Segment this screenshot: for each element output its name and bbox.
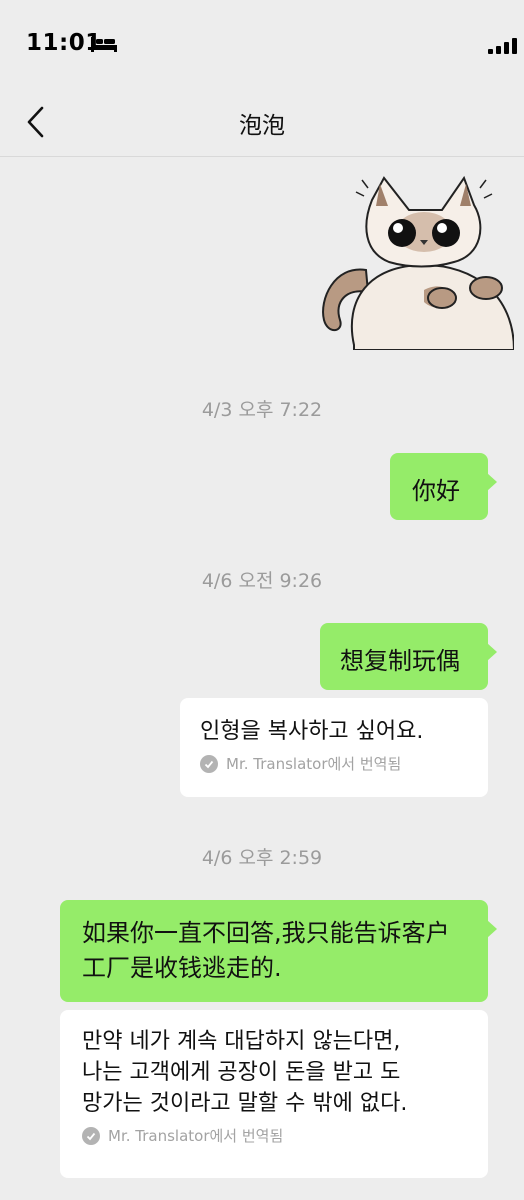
translation-card[interactable]: 인형을 복사하고 싶어요. Mr. Translator에서 번역됨: [180, 698, 488, 797]
message-text: 想复制玩偶: [340, 647, 460, 675]
translation-source-label: Mr. Translator에서 번역됨: [226, 755, 402, 773]
translation-text-line: 나는 고객에게 공장이 돈을 받고 도: [82, 1060, 401, 1085]
translation-footer: Mr. Translator에서 번역됨: [82, 1125, 488, 1146]
translation-text: 인형을 복사하고 싶어요.: [200, 719, 424, 744]
timestamp: 4/6 오후 2:59: [201, 847, 323, 869]
translation-source-label: Mr. Translator에서 번역됨: [108, 1127, 284, 1145]
timestamp: 4/6 오전 9:26: [201, 570, 323, 592]
status-bar: 11:01: [0, 0, 524, 90]
translation-footer: Mr. Translator에서 번역됨: [200, 753, 488, 774]
cat-sticker-image[interactable]: [314, 170, 514, 350]
bed-icon: [91, 37, 117, 52]
translation-card[interactable]: 만약 네가 계속 대답하지 않는다면, 나는 고객에게 공장이 돈을 받고 도 …: [60, 1010, 488, 1178]
chat-title: 泡泡: [239, 113, 285, 139]
my-message-bubble[interactable]: 如果你一直不回答,我只能告诉客户 工厂是收钱逃走的.: [60, 900, 497, 1002]
translation-text-line: 만약 네가 계속 대답하지 않는다면,: [82, 1029, 401, 1054]
check-icon: [200, 754, 218, 773]
check-icon: [82, 1126, 100, 1145]
my-message-bubble[interactable]: 想复制玩偶: [320, 623, 497, 690]
signal-icon: [488, 38, 517, 54]
message-text-line: 如果你一直不回答,我只能告诉客户: [82, 919, 450, 947]
translation-text-line: 망가는 것이라고 말할 수 밖에 없다.: [82, 1091, 408, 1116]
message-text-line: 工厂是收钱逃走的.: [82, 954, 282, 982]
timestamp: 4/3 오후 7:22: [201, 399, 323, 421]
chat-header: 泡泡: [0, 90, 524, 157]
my-message-bubble[interactable]: 你好: [390, 453, 497, 520]
message-text: 你好: [412, 477, 460, 505]
